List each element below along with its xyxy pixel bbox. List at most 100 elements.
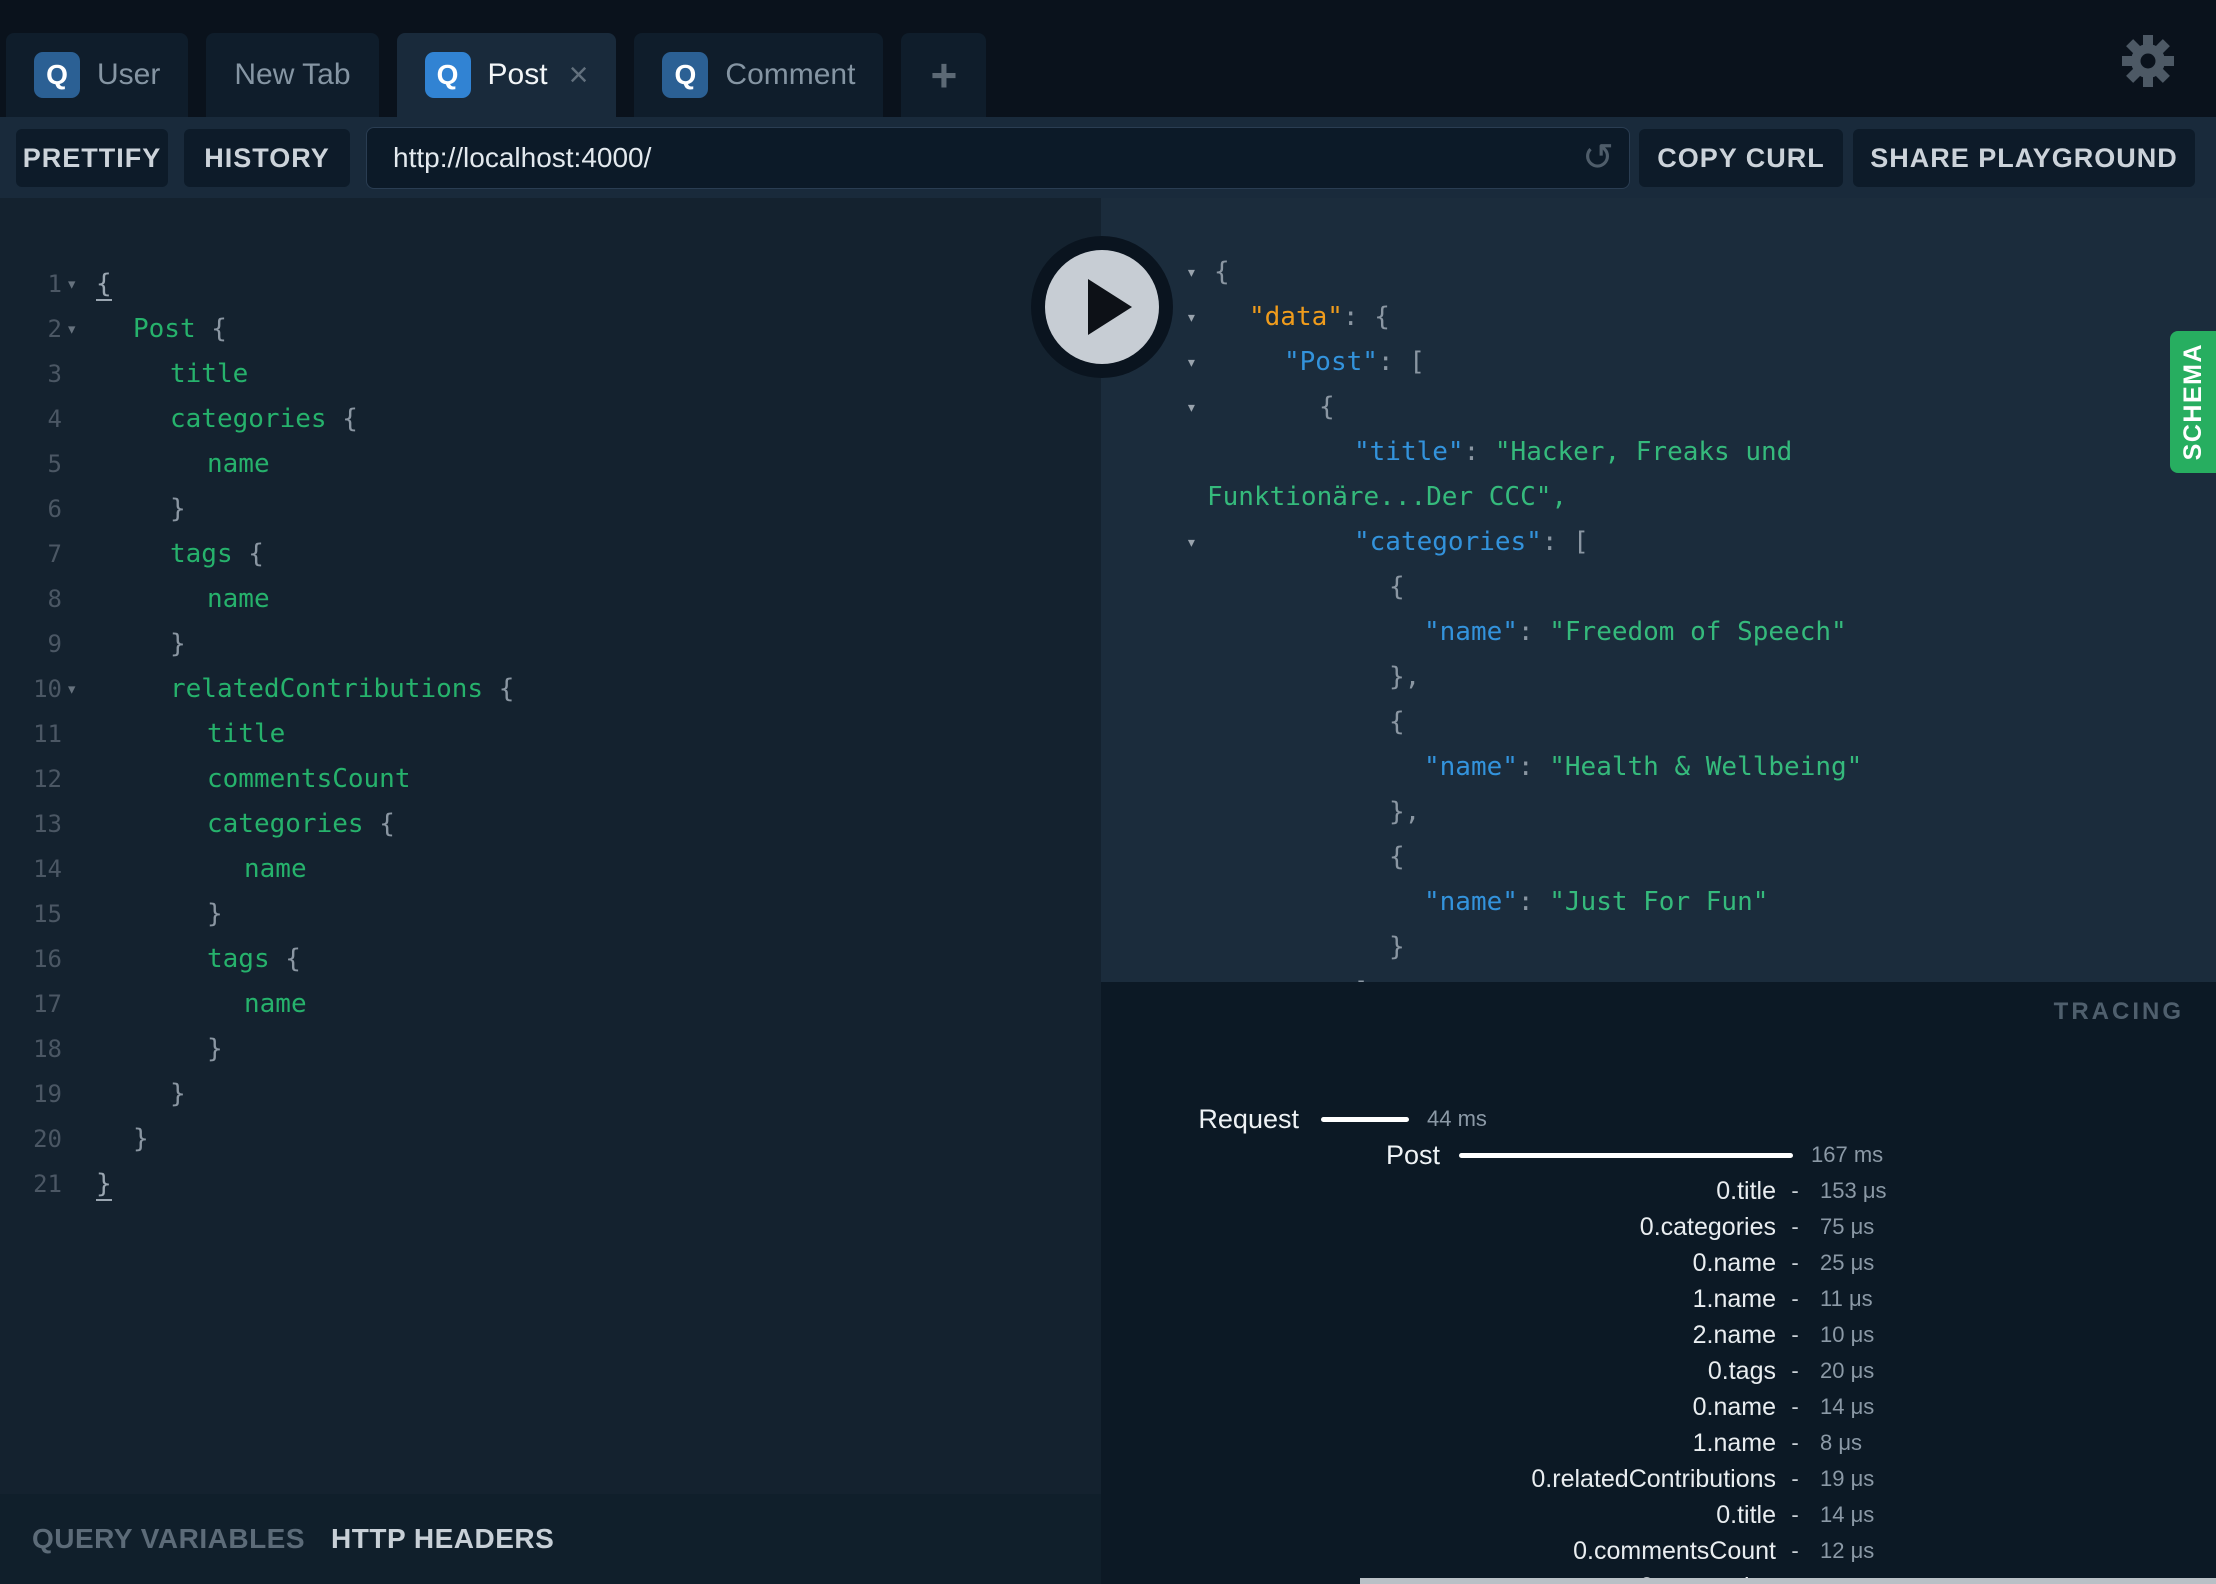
response-token: { xyxy=(1214,257,1230,287)
line-number: 6 xyxy=(47,495,62,523)
query-line: 4 categories { xyxy=(0,397,1101,442)
response-token: "categories" xyxy=(1354,527,1542,557)
toolbar: PRETTIFY HISTORY ↺ COPY CURL SHARE PLAYG… xyxy=(0,117,2216,198)
response-token: "data" xyxy=(1249,302,1343,332)
response-line: ] xyxy=(1101,970,2216,982)
query-editor[interactable]: 1 ▾{2 ▾ Post {3 title 4 categories {5 name 6} 7 ta… xyxy=(0,198,1101,1494)
resolver-duration: 10 μs xyxy=(1820,1322,1875,1347)
history-button[interactable]: HISTORY xyxy=(184,129,350,187)
resolver-dash: - xyxy=(1791,1394,1799,1419)
resolver-path: 0.name xyxy=(1692,1249,1776,1277)
response-token: "name" xyxy=(1424,752,1518,782)
prettify-button[interactable]: PRETTIFY xyxy=(16,129,168,187)
http-headers-tab[interactable]: HTTP HEADERS xyxy=(331,1523,554,1555)
add-tab-button[interactable]: + xyxy=(901,33,987,117)
play-icon xyxy=(1031,236,1173,378)
fold-arrow-icon[interactable]: ▾ xyxy=(66,667,77,712)
line-number: 9 xyxy=(47,630,62,658)
query-token: } xyxy=(170,629,186,659)
query-line: 1 ▾ { xyxy=(0,262,1101,307)
response-line: "name": "Just For Fun" xyxy=(1101,880,2216,925)
query-token: categories xyxy=(170,404,327,434)
query-line: 10 ▾ relatedContributions { xyxy=(0,667,1101,712)
response-token: : xyxy=(1517,617,1550,647)
response-line: "name": "Freedom of Speech" xyxy=(1101,610,2216,655)
execute-query-button[interactable] xyxy=(1030,235,1174,379)
line-number: 2 xyxy=(47,315,62,343)
fold-arrow-icon[interactable]: ▾ xyxy=(66,307,77,352)
response-token: : xyxy=(1517,887,1550,917)
horizontal-scrollbar[interactable] xyxy=(1360,1578,2216,1584)
response-line: ▾{ xyxy=(1101,385,2216,430)
tracing-span-row: Post 167 ms xyxy=(1101,1137,2216,1173)
query-line: 14 name xyxy=(0,847,1101,892)
resolver-duration: 8 μs xyxy=(1820,1430,1863,1455)
query-line: 7 tags { xyxy=(0,532,1101,577)
schema-tab[interactable]: SCHEMA xyxy=(2170,331,2216,473)
tab-user[interactable]: Q User xyxy=(6,33,189,117)
query-badge-icon: Q xyxy=(662,52,709,98)
tab-label: Comment xyxy=(725,58,856,91)
plus-icon: + xyxy=(930,49,958,101)
tracing-resolver-row: 0.title -14 μs xyxy=(1101,1497,2216,1533)
resolver-duration: 19 μs xyxy=(1820,1466,1875,1491)
collapse-arrow-icon[interactable]: ▾ xyxy=(1186,520,1197,565)
close-tab-icon[interactable]: × xyxy=(569,58,589,92)
resolver-duration: 153 μs xyxy=(1820,1178,1887,1203)
resolver-dash: - xyxy=(1791,1250,1799,1275)
resolver-duration: 14 μs xyxy=(1820,1394,1875,1419)
query-token: { xyxy=(232,539,264,569)
endpoint-url-input[interactable] xyxy=(366,127,1630,189)
tab-comment[interactable]: Q Comment xyxy=(634,33,884,117)
query-token: } xyxy=(207,899,223,929)
response-line: { xyxy=(1101,700,2216,745)
query-token: relatedContributions xyxy=(170,674,484,704)
response-line: } xyxy=(1101,925,2216,970)
resolver-dash: - xyxy=(1791,1286,1799,1311)
collapse-arrow-icon[interactable]: ▾ xyxy=(1186,250,1197,295)
collapse-arrow-icon[interactable]: ▾ xyxy=(1186,385,1197,430)
query-line: 19} xyxy=(0,1072,1101,1117)
reload-schema-icon[interactable]: ↺ xyxy=(1582,135,1614,180)
query-line: 9} xyxy=(0,622,1101,667)
query-variables-tab[interactable]: QUERY VARIABLES xyxy=(32,1523,305,1555)
collapse-arrow-icon[interactable]: ▾ xyxy=(1186,340,1197,385)
tracing-resolver-row: 0.relatedContributions -19 μs xyxy=(1101,1461,2216,1497)
settings-button[interactable] xyxy=(2120,33,2176,89)
response-token: { xyxy=(1319,392,1335,422)
tracing-resolver-row: 0.categories -75 μs xyxy=(1101,1209,2216,1245)
query-token: { xyxy=(96,269,112,301)
resolver-dash: - xyxy=(1791,1430,1799,1455)
response-token: : { xyxy=(1342,302,1390,332)
line-number: 18 xyxy=(33,1035,62,1063)
resolver-dash: - xyxy=(1791,1178,1799,1203)
resolver-path: 0.name xyxy=(1692,1393,1776,1421)
response-token: : [ xyxy=(1541,527,1589,557)
response-token: { xyxy=(1389,842,1405,872)
response-line: ▾ "data": { xyxy=(1101,295,2216,340)
resolver-path: 1.name xyxy=(1692,1285,1776,1313)
query-line: 20} xyxy=(0,1117,1101,1162)
resolver-path: 0.title xyxy=(1716,1177,1776,1205)
tab-new-tab[interactable]: New Tab xyxy=(206,33,379,117)
query-token: { xyxy=(326,404,358,434)
query-token: { xyxy=(363,809,395,839)
query-token: } xyxy=(170,1079,186,1109)
tab-post[interactable]: Q Post × xyxy=(396,33,617,117)
resolver-dash: - xyxy=(1791,1538,1799,1563)
fold-arrow-icon[interactable]: ▾ xyxy=(66,262,77,307)
share-playground-button[interactable]: SHARE PLAYGROUND xyxy=(1853,129,2195,187)
resolver-duration: 11 μs xyxy=(1820,1286,1873,1311)
response-line: "name": "Health & Wellbeing" xyxy=(1101,745,2216,790)
response-token: "Hacker, Freaks und xyxy=(1494,437,1793,467)
response-token: : xyxy=(1463,437,1495,467)
response-token: { xyxy=(1389,707,1405,737)
copy-curl-button[interactable]: COPY CURL xyxy=(1639,129,1843,187)
tab-label: New Tab xyxy=(234,58,351,91)
response-token: "Freedom of Speech" xyxy=(1549,617,1847,647)
query-token: name xyxy=(244,854,307,884)
collapse-arrow-icon[interactable]: ▾ xyxy=(1186,295,1197,340)
tab-label: Post xyxy=(487,58,548,91)
response-token: "Health & Wellbeing" xyxy=(1549,752,1863,782)
tracing-resolver-row: 0.title -153 μs xyxy=(1101,1173,2216,1209)
